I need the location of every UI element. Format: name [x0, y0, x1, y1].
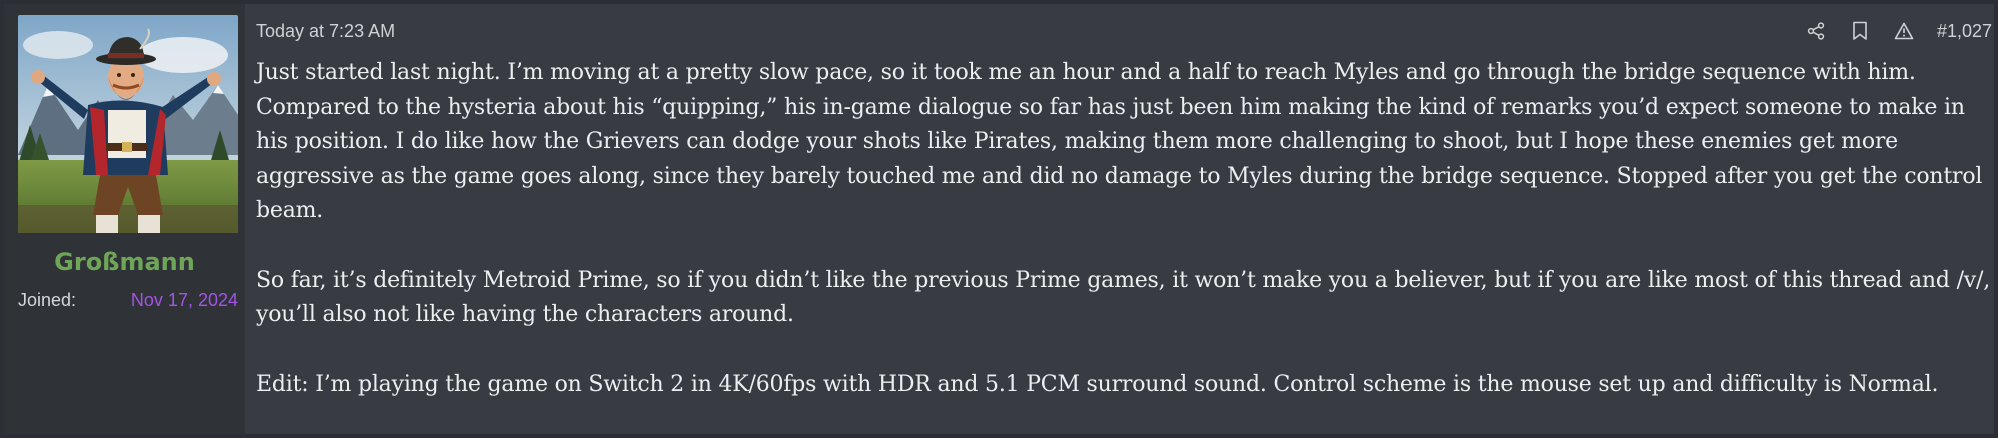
avatar[interactable]	[18, 15, 238, 233]
username[interactable]: Großmann	[4, 248, 245, 276]
post-content-area: Today at 7:23 AM #1,027 Just started las…	[245, 4, 1994, 434]
user-info-panel: Großmann Joined: Nov 17, 2024	[4, 4, 245, 434]
joined-info: Joined: Nov 17, 2024	[18, 290, 238, 311]
post-body: Just started last night. I’m moving at a…	[256, 56, 1996, 437]
avatar-image	[18, 15, 238, 233]
post-actions: #1,027	[1805, 20, 1994, 42]
post-header: Today at 7:23 AM #1,027	[256, 16, 1994, 46]
post-paragraph: Edit: I’m playing the game on Switch 2 i…	[256, 371, 1939, 397]
forum-post: Großmann Joined: Nov 17, 2024 Today at 7…	[4, 4, 1994, 434]
report-icon[interactable]	[1893, 20, 1915, 42]
joined-date: Nov 17, 2024	[130, 290, 238, 310]
post-timestamp[interactable]: Today at 7:23 AM	[256, 21, 395, 42]
joined-label: Joined:	[18, 290, 77, 310]
share-icon[interactable]	[1805, 20, 1827, 42]
post-number-link[interactable]: #1,027	[1937, 21, 1992, 42]
post-paragraph: Just started last night. I’m moving at a…	[256, 60, 1983, 223]
post-paragraph: So far, it’s definitely Metroid Prime, s…	[256, 267, 1991, 328]
bookmark-icon[interactable]	[1849, 20, 1871, 42]
